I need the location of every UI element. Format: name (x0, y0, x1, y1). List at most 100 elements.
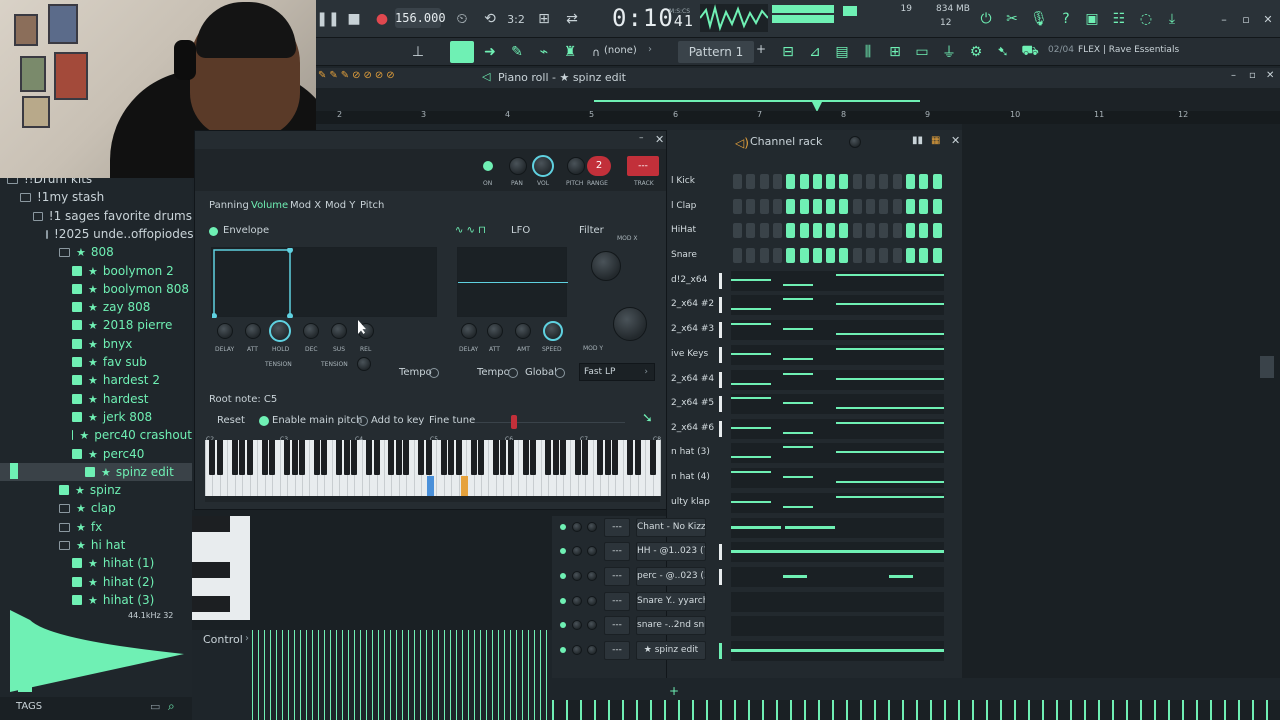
tab-pitch[interactable]: Pitch (360, 200, 384, 211)
black-key[interactable] (351, 440, 358, 475)
lfo-delay-knob[interactable] (461, 323, 477, 339)
add-to-key-toggle[interactable] (358, 416, 368, 426)
graph-icon[interactable]: ▮▮ (912, 135, 923, 146)
lfo-tempo-label[interactable]: Tempo (477, 367, 510, 378)
mixer-view-icon[interactable]: ⫼ (856, 40, 880, 64)
step-button[interactable] (852, 223, 862, 238)
control-label[interactable]: Control (203, 633, 243, 646)
pencil-icon[interactable]: ✎ (505, 40, 529, 64)
white-key[interactable] (622, 440, 624, 496)
channel-volume-knob[interactable] (587, 546, 597, 556)
cart-icon[interactable]: ⛟ (1018, 40, 1042, 64)
step-button[interactable] (905, 199, 915, 214)
mini-piano-roll[interactable] (731, 295, 944, 315)
step-button[interactable] (839, 223, 849, 238)
tension-knob[interactable] (357, 357, 371, 371)
step-button[interactable] (799, 199, 809, 214)
keyboard-scroll[interactable] (205, 496, 660, 502)
piano-roll-grid[interactable] (962, 124, 1280, 678)
tab-mod-x[interactable]: Mod X (290, 200, 321, 211)
channel-select-bar[interactable] (719, 643, 722, 659)
white-key[interactable] (436, 440, 438, 496)
channel-track-button[interactable]: --- (604, 567, 630, 586)
loop-range[interactable] (594, 100, 920, 102)
black-key[interactable] (597, 440, 604, 475)
mini-piano-roll[interactable] (731, 271, 944, 291)
black-key[interactable] (298, 440, 305, 475)
browser-item[interactable]: ★ zay 808 (72, 298, 192, 316)
step-button[interactable] (746, 199, 756, 214)
channel-name[interactable]: 2_x64 #4 (668, 370, 720, 389)
channel-select-bar[interactable] (719, 273, 722, 289)
channel-track-button[interactable]: --- (604, 592, 630, 611)
envelope-toggle[interactable] (209, 227, 218, 236)
channel-track-button[interactable]: --- (604, 641, 630, 660)
step-button[interactable] (852, 174, 862, 189)
step-button[interactable] (866, 199, 875, 214)
mini-piano-roll[interactable] (731, 468, 944, 488)
current-key-highlight[interactable] (461, 476, 469, 496)
lfo-amount-knob[interactable] (515, 323, 531, 339)
step-button[interactable] (786, 248, 796, 263)
fine-tune-slider[interactable] (475, 422, 625, 423)
black-key[interactable] (291, 440, 298, 475)
black-key[interactable] (522, 440, 529, 475)
add-channel-button[interactable]: + (669, 684, 679, 698)
control-chevron-icon[interactable]: › (245, 633, 249, 644)
black-key[interactable] (246, 440, 253, 475)
black-key[interactable] (507, 440, 514, 475)
tab-mod-y[interactable]: Mod Y (325, 200, 355, 211)
step-button[interactable] (812, 223, 822, 238)
browser-item[interactable]: ★ bnyx (72, 335, 192, 353)
step-button[interactable] (932, 199, 942, 214)
lfo-speed-knob[interactable] (543, 321, 563, 341)
close-icon[interactable]: ✕ (1256, 7, 1280, 31)
stop-icon[interactable]: ■ (342, 7, 366, 31)
white-key[interactable] (518, 440, 520, 496)
step-button[interactable] (839, 174, 849, 189)
metronome-icon[interactable]: ⏲ (450, 7, 474, 31)
mini-piano-roll[interactable] (731, 345, 944, 365)
step-button[interactable] (759, 223, 769, 238)
browser-item[interactable]: ★ hi hat (59, 536, 192, 554)
cs-close-icon[interactable]: ✕ (655, 133, 664, 146)
channel-name-button[interactable]: ★ spinz edit (636, 641, 706, 660)
step-button[interactable] (826, 248, 836, 263)
browser-icon[interactable]: ▭ (910, 40, 934, 64)
env-hold-knob[interactable] (269, 320, 291, 342)
channel-name-button[interactable]: perc - @..023 (3) (636, 567, 706, 586)
hint-text[interactable]: FLEX | Rave Essentials (1078, 45, 1179, 55)
channel-mute-led[interactable] (560, 573, 566, 579)
black-key[interactable] (530, 440, 537, 475)
tab-volume[interactable]: Volume (251, 200, 288, 211)
channel-pan-knob[interactable] (572, 596, 582, 606)
pr-maximize-icon[interactable]: ▫ (1249, 70, 1256, 81)
white-key[interactable] (227, 440, 229, 496)
white-key[interactable] (309, 440, 311, 496)
browser-item[interactable]: ★ perc40 crashout (72, 426, 192, 444)
step-button[interactable] (866, 223, 875, 238)
step-button[interactable] (772, 248, 782, 263)
root-key-highlight[interactable] (427, 476, 435, 496)
channel-pan-knob[interactable] (572, 546, 582, 556)
mixer-track[interactable]: --- (627, 156, 659, 176)
browser-item[interactable]: ★ fav sub (72, 353, 192, 371)
black-key[interactable] (492, 440, 499, 475)
filter-mod-y-knob[interactable] (613, 307, 647, 341)
step-button[interactable] (826, 174, 836, 189)
range-value[interactable]: 2 (587, 156, 611, 176)
download-icon[interactable]: ⤓ (1160, 7, 1184, 31)
channel-name[interactable]: 2_x64 #6 (668, 419, 720, 438)
black-key[interactable] (560, 440, 567, 475)
channel-name[interactable]: d!2_x64 (668, 271, 720, 290)
step-button[interactable] (826, 223, 836, 238)
black-key[interactable] (582, 440, 589, 475)
black-key[interactable] (321, 440, 328, 475)
white-key[interactable] (361, 440, 363, 496)
lfo-global-label[interactable]: Global (525, 367, 557, 378)
step-button[interactable] (799, 248, 809, 263)
mini-piano-roll[interactable] (731, 641, 944, 661)
channel-track-button[interactable]: --- (604, 542, 630, 561)
white-key[interactable] (384, 440, 386, 496)
mixer-icon[interactable]: ☷ (1107, 7, 1131, 31)
